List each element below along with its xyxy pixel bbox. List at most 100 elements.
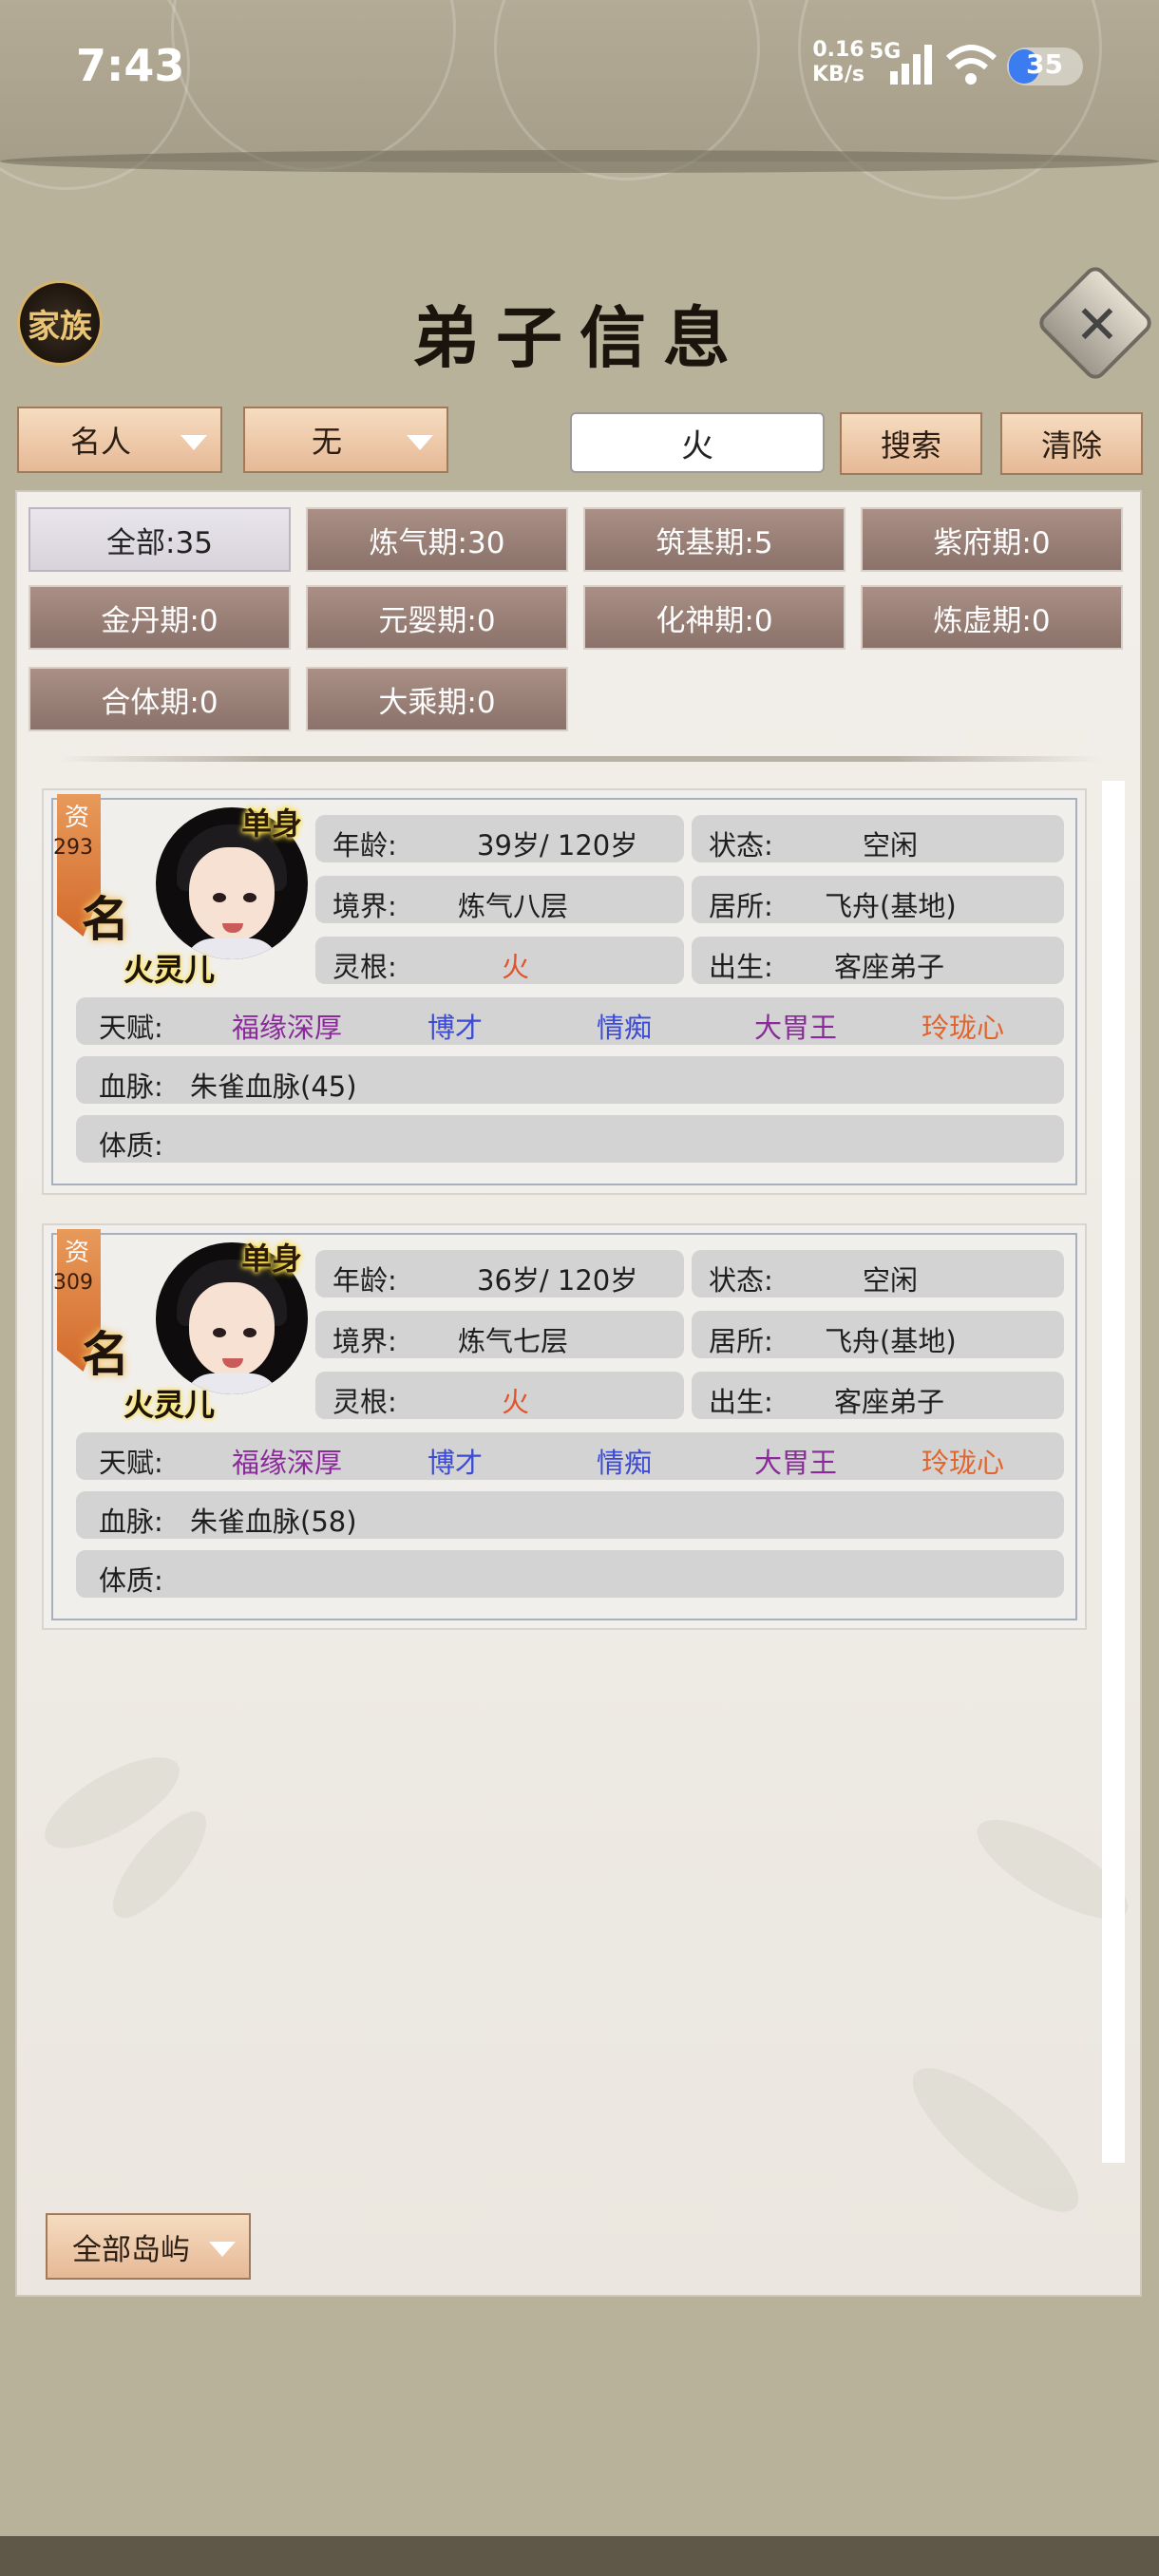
stage-filter-3[interactable]: 紫府期:0 (861, 507, 1123, 572)
talent-field: 天赋: 福缘深厚 博才 情痴 大胃王 玲珑心 (76, 1432, 1064, 1480)
birth-label: 出生: (709, 951, 773, 983)
age-label: 年龄: (332, 829, 397, 862)
scrollbar[interactable] (1102, 781, 1125, 2163)
aptitude-value: 309 (53, 1271, 93, 1295)
talent-tag[interactable]: 情痴 (597, 1441, 652, 1481)
talent-tag[interactable]: 大胃王 (754, 1006, 837, 1046)
stage-filter-5[interactable]: 元婴期:0 (306, 585, 568, 650)
category-dropdown[interactable]: 名人 (17, 407, 222, 473)
net-speed-value: 0.16 (812, 38, 864, 62)
realm-field: 境界: 炼气八层 (315, 876, 684, 923)
age-value: 36岁/ 120岁 (477, 1264, 638, 1297)
spirit-root-value: 火 (502, 951, 530, 983)
sub-filter-dropdown-label: 无 (311, 424, 342, 460)
talent-tag[interactable]: 福缘深厚 (232, 1006, 342, 1046)
net-speed-unit: KB/s (812, 63, 864, 86)
stage-filter-2[interactable]: 筑基期:5 (583, 507, 846, 572)
bloodline-label: 血脉: (99, 1506, 163, 1538)
residence-field: 居所: 飞舟(基地) (692, 876, 1064, 923)
signal-icon (890, 45, 932, 85)
divider (57, 756, 1102, 762)
talent-tag[interactable]: 博才 (428, 1006, 483, 1046)
status-field: 状态: 空闲 (692, 815, 1064, 862)
status-value: 空闲 (863, 1264, 919, 1297)
disciple-name: 火灵儿 (124, 952, 216, 988)
physique-field: 体质: (76, 1115, 1064, 1163)
talent-tag[interactable]: 玲珑心 (922, 1006, 1004, 1046)
age-label: 年龄: (332, 1264, 397, 1297)
net-speed: 0.16 KB/s (812, 38, 864, 87)
physique-label: 体质: (99, 1129, 163, 1162)
disciple-name: 火灵儿 (124, 1387, 216, 1423)
search-input[interactable] (570, 412, 825, 473)
talent-field: 天赋: 福缘深厚 博才 情痴 大胃王 玲珑心 (76, 997, 1064, 1045)
disciple-card[interactable]: 资 309 名 单身 火灵儿 年龄: 36岁/ 120岁 状态: 空闲 境界: … (42, 1223, 1087, 1630)
spirit-root-field: 灵根: 火 (315, 1372, 684, 1419)
spirit-root-value: 火 (502, 1386, 530, 1418)
bloodline-field: 血脉: 朱雀血脉(58) (76, 1491, 1064, 1539)
talent-tag[interactable]: 情痴 (597, 1006, 652, 1046)
bloodline-value: 朱雀血脉(58) (190, 1506, 357, 1538)
chevron-down-icon (407, 435, 433, 450)
page-title: 弟子信息 (412, 298, 747, 377)
talent-label: 天赋: (99, 1012, 163, 1044)
wifi-icon (945, 45, 997, 85)
battery-percent: 35 (1026, 48, 1063, 80)
category-dropdown-label: 名人 (69, 424, 131, 460)
talent-tag[interactable]: 博才 (428, 1441, 483, 1481)
talent-tag[interactable]: 大胃王 (754, 1441, 837, 1481)
residence-value: 飞舟(基地) (825, 1325, 957, 1357)
status-label: 状态: (709, 829, 773, 862)
island-dropdown-label: 全部岛屿 (72, 2232, 190, 2267)
stage-filter-6[interactable]: 化神期:0 (583, 585, 846, 650)
spirit-root-field: 灵根: 火 (315, 937, 684, 984)
stage-filter-7[interactable]: 炼虚期:0 (861, 585, 1123, 650)
birth-field: 出生: 客座弟子 (692, 937, 1064, 984)
chevron-down-icon (180, 435, 207, 450)
spirit-root-label: 灵根: (332, 1386, 397, 1418)
disciple-card[interactable]: 资 293 名 单身 火灵儿 年龄: 39岁/ 120岁 状态: 空闲 境界: … (42, 788, 1087, 1195)
stage-filter-4[interactable]: 金丹期:0 (28, 585, 291, 650)
sub-filter-dropdown[interactable]: 无 (243, 407, 448, 473)
relationship-status: 单身 (241, 1241, 303, 1277)
talent-tag[interactable]: 玲珑心 (922, 1441, 1004, 1481)
search-button[interactable]: 搜索 (840, 412, 982, 475)
residence-field: 居所: 飞舟(基地) (692, 1311, 1064, 1358)
realm-value: 炼气八层 (458, 890, 569, 922)
aptitude-value: 293 (53, 836, 93, 860)
realm-label: 境界: (332, 890, 397, 922)
stage-filter-8[interactable]: 合体期:0 (28, 667, 291, 731)
stage-filter-9[interactable]: 大乘期:0 (306, 667, 568, 731)
bloodline-field: 血脉: 朱雀血脉(45) (76, 1056, 1064, 1104)
status-time: 7:43 (76, 40, 185, 91)
age-field: 年龄: 39岁/ 120岁 (315, 815, 684, 862)
bloodline-label: 血脉: (99, 1070, 163, 1103)
realm-label: 境界: (332, 1325, 397, 1357)
aptitude-char: 资 (65, 1239, 90, 1267)
fame-icon: 名 (82, 1326, 129, 1382)
status-field: 状态: 空闲 (692, 1250, 1064, 1297)
clear-button[interactable]: 清除 (1000, 412, 1143, 475)
talent-label: 天赋: (99, 1447, 163, 1479)
island-dropdown[interactable]: 全部岛屿 (46, 2213, 251, 2280)
physique-label: 体质: (99, 1564, 163, 1597)
stage-filter-1[interactable]: 炼气期:30 (306, 507, 568, 572)
relationship-status: 单身 (241, 805, 303, 842)
birth-value: 客座弟子 (834, 951, 945, 983)
birth-value: 客座弟子 (834, 1386, 945, 1418)
physique-field: 体质: (76, 1550, 1064, 1598)
bloodline-value: 朱雀血脉(45) (190, 1070, 357, 1103)
residence-label: 居所: (709, 1325, 773, 1357)
status-label: 状态: (709, 1264, 773, 1297)
talent-tag[interactable]: 福缘深厚 (232, 1441, 342, 1481)
realm-value: 炼气七层 (458, 1325, 569, 1357)
residence-label: 居所: (709, 890, 773, 922)
stage-filter-0[interactable]: 全部:35 (28, 507, 291, 572)
close-icon: ✕ (1064, 300, 1127, 346)
chevron-down-icon (209, 2242, 236, 2257)
spirit-root-label: 灵根: (332, 951, 397, 983)
residence-value: 飞舟(基地) (825, 890, 957, 922)
birth-field: 出生: 客座弟子 (692, 1372, 1064, 1419)
fame-icon: 名 (82, 891, 129, 947)
birth-label: 出生: (709, 1386, 773, 1418)
